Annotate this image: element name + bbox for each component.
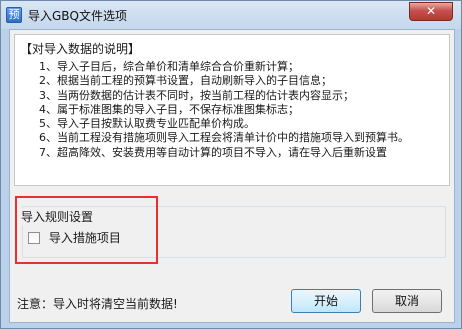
description-panel: 【对导入数据的说明】 1、导入子目后，综合单价和清单综合合价重新计算； 2、根据… [14,34,450,186]
cancel-button[interactable]: 取消 [372,289,442,313]
title-bar[interactable]: 预 导入GBQ文件选项 ✕ [1,1,461,29]
description-item: 4、属于标准图集的导入子目，不保存标准图集标志； [39,102,299,116]
description-item: 2、根据当前工程的预算书设置，自动刷新导入的子目信息； [39,74,332,88]
description-item: 6、当前工程没有措施项则导入工程会将清单计价中的措施项导入到预算书。 [39,131,409,145]
window-title: 导入GBQ文件选项 [28,9,127,23]
import-measures-label[interactable]: 导入措施项目 [49,229,121,246]
start-button[interactable]: 开始 [291,289,361,313]
dialog-body: 【对导入数据的说明】 1、导入子目后，综合单价和清单综合合价重新计算； 2、根据… [9,29,455,323]
close-button[interactable]: ✕ [409,2,453,21]
description-item: 7、超高降效、安装费用等自动计算的项目不导入，请在导入后重新设置 [39,145,387,159]
description-item: 1、导入子目后，综合单价和清单综合合价重新计算； [39,60,299,73]
description-item: 3、当两份数据的估计表不同时，按当前工程的估计表内容显示； [39,88,354,102]
import-measures-checkbox[interactable] [28,231,40,244]
app-icon: 预 [6,7,22,23]
description-heading: 【对导入数据的说明】 [20,42,141,56]
description-item: 5、导入子目按默认取费专业匹配单价构成。 [39,117,255,131]
description-list: 1、导入子目后，综合单价和清单综合合价重新计算； 2、根据当前工程的预算书设置，… [39,60,409,160]
import-measures-option[interactable]: 导入措施项目 [28,229,121,245]
warning-note: 注意：导入时将清空当前数据! [17,297,178,311]
close-icon: ✕ [425,4,437,18]
import-gbq-dialog: 预 导入GBQ文件选项 ✕ 【对导入数据的说明】 1、导入子目后，综合单价和清单… [0,0,462,329]
